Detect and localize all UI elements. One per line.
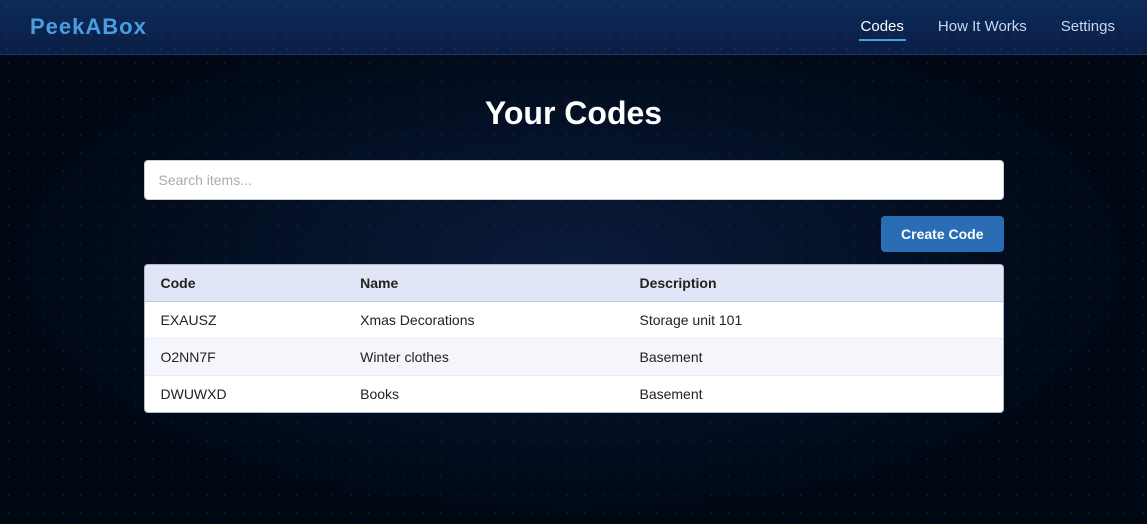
cell-description: Basement: [623, 339, 1002, 376]
navbar: PeekABox Codes How It Works Settings: [0, 0, 1147, 55]
cell-name: Winter clothes: [344, 339, 623, 376]
cell-code: DWUWXD: [145, 376, 345, 413]
cell-name: Xmas Decorations: [344, 302, 623, 339]
table-header-row: Code Name Description: [145, 265, 1003, 302]
cell-description: Basement: [623, 376, 1002, 413]
create-code-button[interactable]: Create Code: [881, 216, 1003, 252]
nav-link-codes[interactable]: Codes: [859, 14, 906, 41]
nav-link-settings[interactable]: Settings: [1059, 14, 1117, 41]
table-row[interactable]: EXAUSZXmas DecorationsStorage unit 101: [145, 302, 1003, 339]
column-header-code: Code: [145, 265, 345, 302]
page-title: Your Codes: [485, 95, 662, 132]
cell-code: EXAUSZ: [145, 302, 345, 339]
cell-code: O2NN7F: [145, 339, 345, 376]
codes-table-container: Code Name Description EXAUSZXmas Decorat…: [144, 264, 1004, 413]
app-logo: PeekABox: [30, 14, 859, 40]
codes-table: Code Name Description EXAUSZXmas Decorat…: [145, 265, 1003, 412]
cell-description: Storage unit 101: [623, 302, 1002, 339]
cell-name: Books: [344, 376, 623, 413]
nav-links: Codes How It Works Settings: [859, 14, 1117, 41]
column-header-description: Description: [623, 265, 1002, 302]
toolbar: Create Code: [144, 216, 1004, 252]
main-content: Your Codes Create Code Code Name Descrip…: [0, 55, 1147, 413]
table-row[interactable]: O2NN7FWinter clothesBasement: [145, 339, 1003, 376]
table-row[interactable]: DWUWXDBooksBasement: [145, 376, 1003, 413]
nav-link-how-it-works[interactable]: How It Works: [936, 14, 1029, 41]
search-input[interactable]: [144, 160, 1004, 200]
column-header-name: Name: [344, 265, 623, 302]
